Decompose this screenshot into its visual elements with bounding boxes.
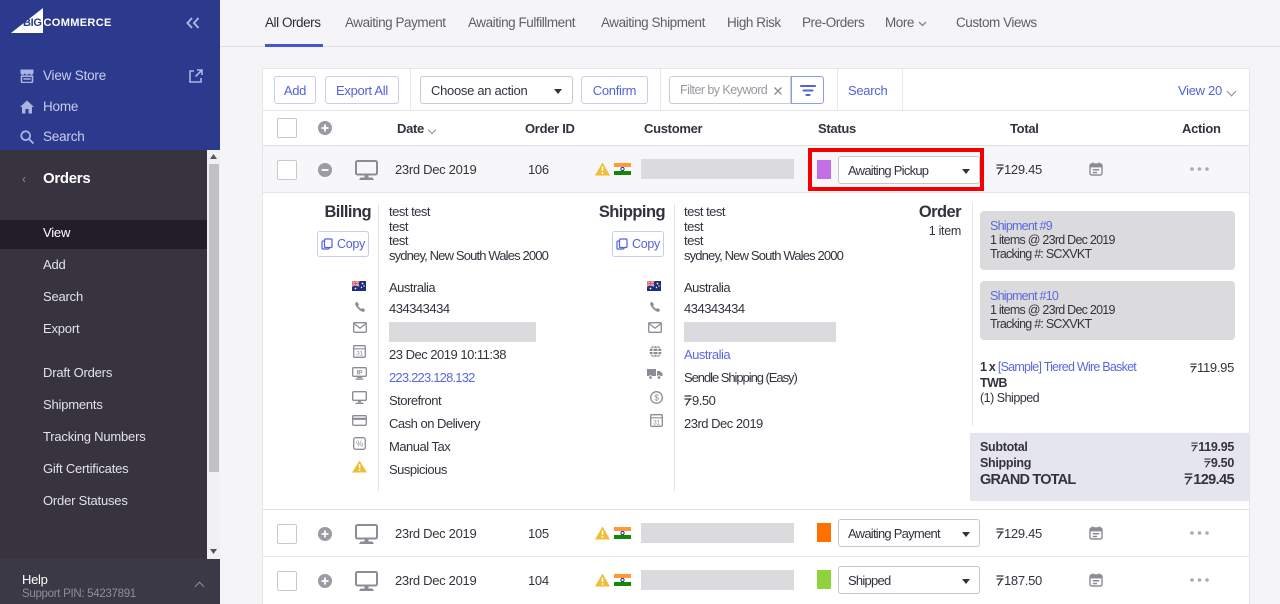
svg-text:31: 31 xyxy=(356,351,363,358)
svg-text:$: $ xyxy=(654,393,659,403)
svg-text:31: 31 xyxy=(653,420,660,427)
svg-text:IP: IP xyxy=(357,370,364,377)
svg-text:%: % xyxy=(356,439,363,448)
